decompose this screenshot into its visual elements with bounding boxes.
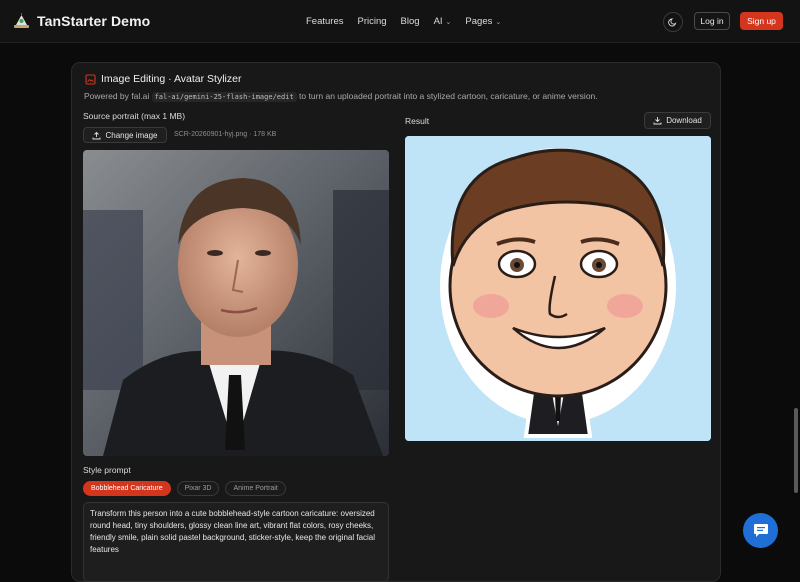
- nav-blog[interactable]: Blog: [401, 16, 420, 27]
- brand-logo-icon: [14, 13, 29, 28]
- theme-toggle-button[interactable]: [663, 12, 683, 32]
- result-image: [405, 136, 711, 441]
- top-navbar: TanStarter Demo Features Pricing Blog AI…: [0, 0, 800, 43]
- portrait-photo: [83, 150, 389, 456]
- card-title: Image Editing · Avatar Stylizer: [101, 73, 242, 85]
- desc-prefix: Powered by fal.ai: [84, 91, 150, 101]
- download-icon: [653, 117, 662, 125]
- result-label: Result: [405, 116, 430, 126]
- brand[interactable]: TanStarter Demo: [13, 12, 150, 29]
- upload-icon: [93, 131, 101, 139]
- card-header: Image Editing · Avatar Stylizer: [85, 73, 241, 85]
- source-portrait-label: Source portrait (max 1 MB): [83, 111, 186, 121]
- source-portrait-image: [83, 150, 389, 456]
- image-edit-icon: [85, 73, 96, 85]
- card-description: Powered by fal.ai fal-ai/gemini-25-flash…: [84, 91, 598, 102]
- moon-icon: [668, 18, 677, 27]
- style-chip-pixar[interactable]: Pixar 3D: [176, 481, 220, 496]
- page-scrollbar[interactable]: [794, 408, 798, 493]
- login-button[interactable]: Log in: [694, 12, 730, 30]
- chevron-down-icon: ⌄: [445, 18, 452, 26]
- chat-icon: [753, 524, 768, 537]
- desc-suffix: to turn an uploaded portrait into a styl…: [299, 91, 598, 101]
- change-image-button[interactable]: Change image: [83, 127, 167, 143]
- main-nav: Features Pricing Blog AI ⌄ Pages ⌄: [306, 16, 501, 27]
- model-id-code: fal-ai/gemini-25-flash-image/edit: [151, 92, 297, 102]
- nav-pricing-label: Pricing: [357, 16, 387, 27]
- nav-blog-label: Blog: [400, 16, 420, 27]
- caricature-illustration: [405, 136, 711, 441]
- style-chip-anime[interactable]: Anime Portrait: [225, 481, 286, 496]
- nav-pages[interactable]: Pages ⌄: [465, 16, 501, 27]
- download-label: Download: [666, 116, 702, 125]
- chevron-down-icon: ⌄: [495, 18, 502, 26]
- download-button[interactable]: Download: [644, 112, 711, 129]
- nav-pricing[interactable]: Pricing: [358, 16, 387, 27]
- chat-widget-button[interactable]: [743, 513, 778, 548]
- nav-features-label: Features: [306, 16, 344, 27]
- style-prompt-textarea[interactable]: Transform this person into a cute bobble…: [83, 502, 389, 582]
- style-presets: Bobblehead Caricature Pixar 3D Anime Por…: [83, 481, 286, 496]
- style-prompt-label: Style prompt: [83, 465, 131, 475]
- signup-button[interactable]: Sign up: [740, 12, 783, 30]
- avatar-stylizer-card: Image Editing · Avatar Stylizer Powered …: [71, 62, 721, 582]
- brand-name: TanStarter Demo: [37, 12, 151, 29]
- style-chip-bobblehead[interactable]: Bobblehead Caricature: [83, 481, 171, 496]
- nav-ai[interactable]: AI ⌄: [434, 16, 452, 27]
- change-image-label: Change image: [105, 130, 158, 140]
- nav-pages-label: Pages: [465, 16, 493, 27]
- nav-features[interactable]: Features: [306, 16, 344, 27]
- file-info: SCR-20260901-hyj.png · 178 KB: [174, 131, 277, 138]
- nav-ai-label: AI: [433, 16, 443, 27]
